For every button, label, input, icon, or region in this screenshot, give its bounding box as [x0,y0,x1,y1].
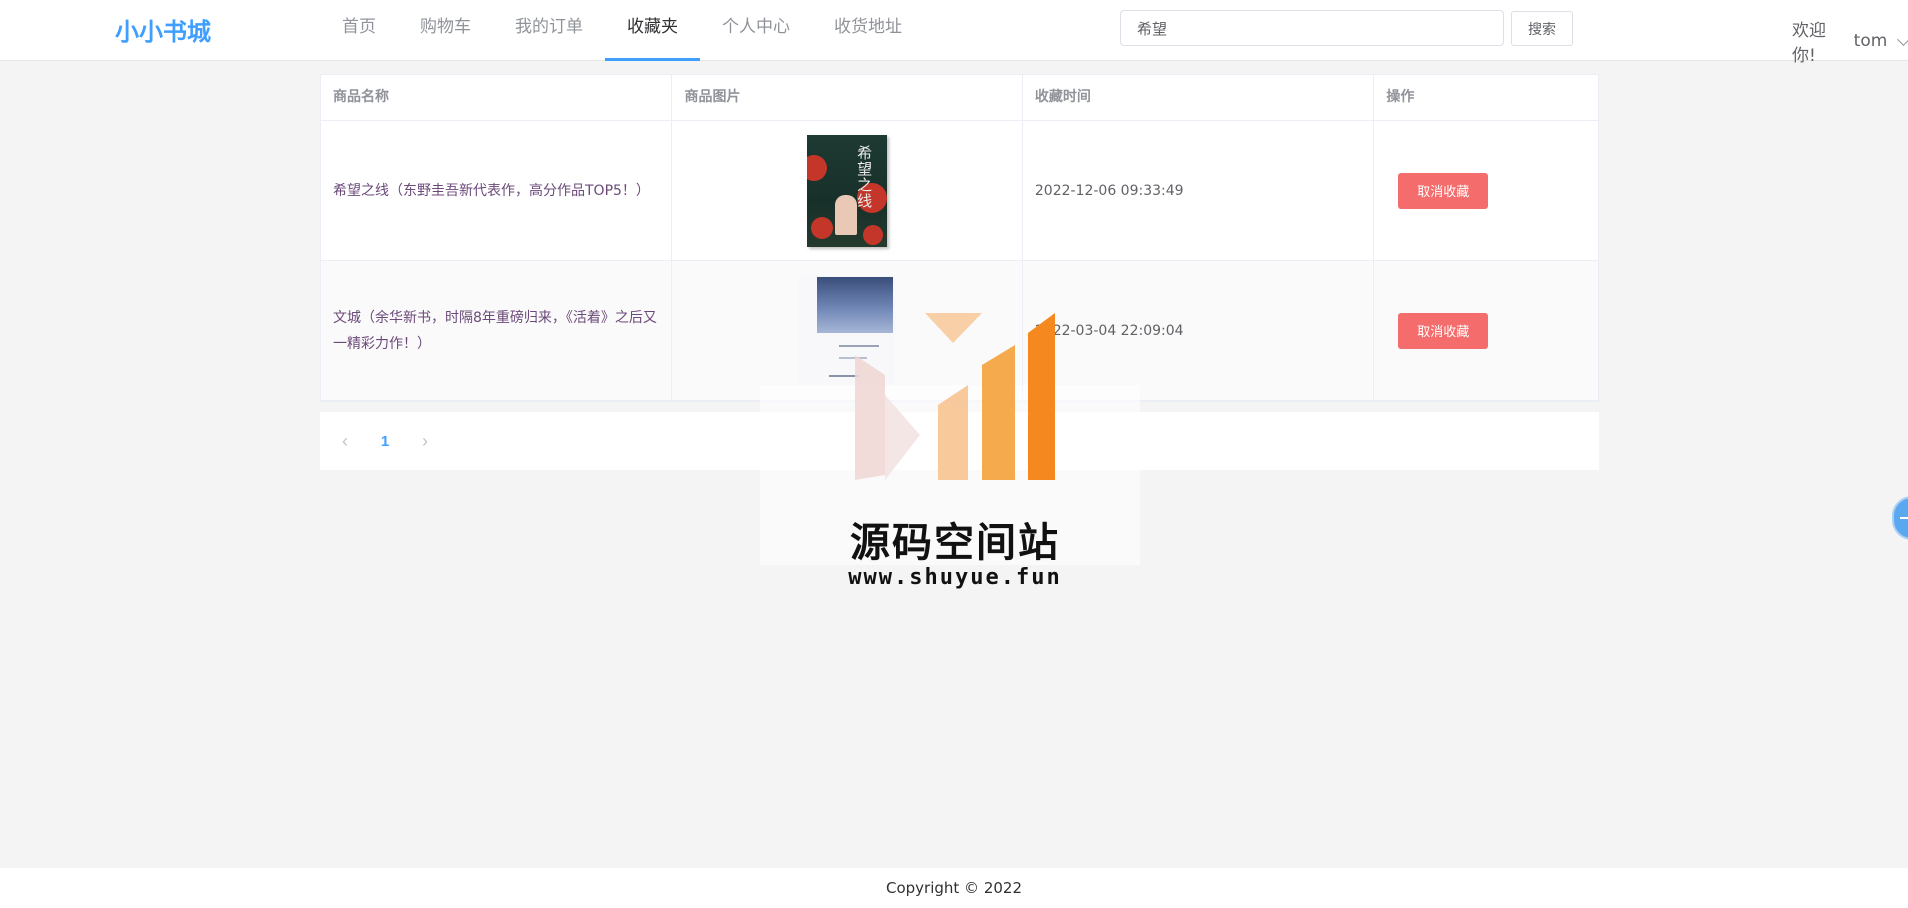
cancel-favorite-button[interactable]: 取消收藏 [1398,312,1489,349]
table-header: 商品名称 商品图片 收藏时间 操作 [321,75,1598,121]
action-cell: 取消收藏 [1374,121,1598,260]
product-image-cell: 希望之线 [672,121,1023,260]
nav-item-home[interactable]: 首页 [320,0,398,61]
cancel-favorite-button[interactable]: 取消收藏 [1398,172,1489,209]
search-button[interactable]: 搜索 [1511,11,1573,46]
main-nav: 首页 购物车 我的订单 收藏夹 个人中心 收货地址 [320,0,924,61]
watermark-title: 源码空间站 [850,520,1060,566]
watermark-url: www.shuyue.fun [848,565,1062,590]
action-cell: 取消收藏 [1374,261,1598,400]
cover-title: 希望之线 [857,143,873,210]
nav-item-cart[interactable]: 购物车 [398,0,493,61]
side-float-button[interactable] [1892,496,1908,540]
column-header-image: 商品图片 [672,75,1023,120]
column-header-name: 商品名称 [321,75,673,120]
user-menu[interactable]: 欢迎你! tom [1792,16,1908,66]
book-cover-image[interactable]: 希望之线 [807,134,888,247]
nav-item-address[interactable]: 收货地址 [812,0,924,61]
chevron-down-icon [1897,32,1908,46]
copyright-text: Copyright © 2022 [885,879,1022,897]
nav-item-orders[interactable]: 我的订单 [493,0,605,61]
chevron-right-icon[interactable]: › [410,431,440,452]
top-header: 小小书城 首页 购物车 我的订单 收藏夹 个人中心 收货地址 搜索 欢迎你! t… [0,0,1908,66]
column-header-action: 操作 [1386,89,1415,105]
nav-item-favorites[interactable]: 收藏夹 [605,0,700,61]
chevron-left-icon[interactable]: ‹ [330,431,360,452]
product-name[interactable]: 希望之线（东野圭吾新代表作，高分作品TOP5！） [321,121,673,260]
favorite-time: 2022-12-06 09:33:49 [1023,121,1375,260]
nav-item-profile[interactable]: 个人中心 [700,0,812,61]
footer: Copyright © 2022 [0,868,1908,908]
product-name[interactable]: 文城（余华新书，时隔8年重磅归来，《活着》之后又一精彩力作！） [321,261,673,400]
page-number[interactable]: 1 [360,433,410,450]
search-input[interactable] [1120,10,1504,46]
table-row: 希望之线（东野圭吾新代表作，高分作品TOP5！） 希望之线 2022-12-06… [321,121,1598,261]
user-greeting: 欢迎你! [1792,21,1826,66]
site-logo[interactable]: 小小书城 [115,12,211,47]
user-name: tom [1853,31,1888,51]
column-header-time: 收藏时间 [1023,75,1375,120]
